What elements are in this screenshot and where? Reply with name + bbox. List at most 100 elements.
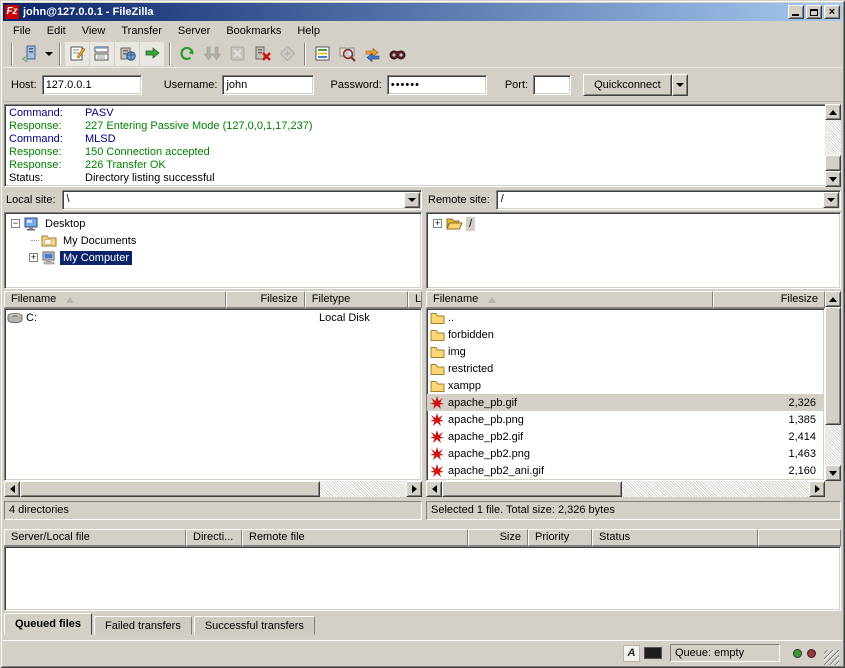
tree-item-root[interactable]: + / xyxy=(427,215,840,232)
quickconnect-button[interactable]: Quickconnect xyxy=(583,74,672,96)
site-manager-button[interactable] xyxy=(17,42,41,66)
remote-list-hscrollbar[interactable] xyxy=(426,481,825,497)
tree-item-my-computer[interactable]: + My Computer xyxy=(5,249,421,266)
maximize-button[interactable] xyxy=(806,5,822,19)
column-priority[interactable]: Priority xyxy=(528,529,592,546)
port-input[interactable] xyxy=(533,75,571,95)
column-remote-file[interactable]: Remote file xyxy=(242,529,468,546)
tab-queued-files[interactable]: Queued files xyxy=(4,613,92,635)
menu-view[interactable]: View xyxy=(74,23,114,39)
column-direction[interactable]: Directi... xyxy=(186,529,242,546)
refresh-button[interactable] xyxy=(175,42,199,66)
scrollbar-track[interactable] xyxy=(825,120,841,155)
file-row-local-drive[interactable]: C: Local Disk xyxy=(5,309,421,326)
username-input[interactable] xyxy=(222,75,314,95)
find-files-button[interactable] xyxy=(385,42,409,66)
reconnect-button[interactable] xyxy=(275,42,299,66)
column-size[interactable]: Size xyxy=(468,529,528,546)
scroll-right-button[interactable] xyxy=(406,481,422,497)
close-button[interactable]: × xyxy=(824,5,840,19)
local-site-combobox[interactable]: \ xyxy=(62,190,422,210)
process-queue-button[interactable] xyxy=(200,42,224,66)
scroll-right-button[interactable] xyxy=(809,481,825,497)
remote-site-combobox[interactable]: / xyxy=(496,190,841,210)
menu-transfer[interactable]: Transfer xyxy=(113,23,170,39)
disconnect-button[interactable] xyxy=(250,42,274,66)
host-input[interactable] xyxy=(42,75,142,95)
password-input[interactable] xyxy=(387,75,487,95)
scroll-up-button[interactable] xyxy=(825,104,841,120)
file-row-file[interactable]: apache_pb2_ani.gif 2,160 xyxy=(427,462,824,479)
filter-button[interactable] xyxy=(310,42,334,66)
toggle-local-tree-button[interactable] xyxy=(90,42,114,66)
tree-item-desktop[interactable]: − Desktop xyxy=(5,215,421,232)
file-row-selected[interactable]: apache_pb.gif 2,326 xyxy=(427,394,824,411)
scrollbar-track[interactable] xyxy=(320,481,406,497)
column-filetype[interactable]: Filetype xyxy=(305,291,408,308)
remote-list-scrollbar[interactable] xyxy=(825,291,841,481)
column-status[interactable]: Status xyxy=(592,529,758,546)
scroll-up-button[interactable] xyxy=(825,291,841,307)
file-row-file[interactable]: apache_pb2.png 1,463 xyxy=(427,445,824,462)
column-filename[interactable]: Filename xyxy=(426,291,713,308)
menu-edit[interactable]: Edit xyxy=(39,23,74,39)
arrow-down-icon xyxy=(829,177,837,182)
tab-failed-transfers[interactable]: Failed transfers xyxy=(94,616,192,635)
column-filesize[interactable]: Filesize xyxy=(713,291,825,308)
combo-dropdown-button[interactable] xyxy=(404,192,420,208)
minimize-button[interactable] xyxy=(788,5,804,19)
resize-grip[interactable] xyxy=(824,650,839,665)
file-row-folder[interactable]: restricted xyxy=(427,360,824,377)
log-scrollbar[interactable] xyxy=(825,104,841,187)
tab-successful-transfers[interactable]: Successful transfers xyxy=(194,616,315,635)
collapse-icon[interactable]: − xyxy=(11,219,20,228)
tree-item-my-documents[interactable]: My Documents xyxy=(5,232,421,249)
toggle-transfer-queue-button[interactable] xyxy=(140,42,164,66)
chevron-down-icon xyxy=(676,83,684,87)
log-line: Command:MLSD xyxy=(9,133,822,146)
scrollbar-track[interactable] xyxy=(825,425,841,465)
speed-limit-indicator-icon[interactable] xyxy=(644,647,662,659)
combo-dropdown-button[interactable] xyxy=(823,192,839,208)
column-filesize[interactable]: Filesize xyxy=(226,291,304,308)
directory-comparison-button[interactable] xyxy=(335,42,359,66)
column-filename[interactable]: Filename xyxy=(4,291,226,308)
menu-bookmarks[interactable]: Bookmarks xyxy=(218,23,289,39)
site-manager-dropdown-button[interactable] xyxy=(42,42,55,66)
file-row-folder[interactable]: img xyxy=(427,343,824,360)
file-row-folder[interactable]: .. xyxy=(427,309,824,326)
quickconnect-dropdown-button[interactable] xyxy=(672,74,688,96)
file-row-file[interactable]: apache_pb.png 1,385 xyxy=(427,411,824,428)
file-row-folder[interactable]: forbidden xyxy=(427,326,824,343)
column-last-modified[interactable]: L xyxy=(408,291,422,308)
toggle-message-log-button[interactable] xyxy=(65,42,89,66)
expand-icon[interactable]: + xyxy=(433,219,442,228)
tree-line xyxy=(31,240,39,241)
message-log[interactable]: Command:PASV Response:227 Entering Passi… xyxy=(4,104,841,187)
transfer-queue-list[interactable] xyxy=(4,546,841,611)
column-server-local-file[interactable]: Server/Local file xyxy=(4,529,186,546)
file-row-file[interactable]: apache_pb2.gif 2,414 xyxy=(427,428,824,445)
menu-help[interactable]: Help xyxy=(289,23,328,39)
scroll-down-button[interactable] xyxy=(825,171,841,187)
queue-header: Server/Local file Directi... Remote file… xyxy=(4,529,841,546)
data-type-indicator-icon[interactable]: A xyxy=(623,645,640,662)
local-list-hscrollbar[interactable] xyxy=(4,481,422,497)
expand-icon[interactable]: + xyxy=(29,253,38,262)
local-file-list: C: Local Disk xyxy=(4,308,422,481)
menu-server[interactable]: Server xyxy=(170,23,218,39)
scrollbar-thumb[interactable] xyxy=(825,155,841,171)
filezilla-logo-icon: Fz xyxy=(5,5,19,19)
scrollbar-thumb[interactable] xyxy=(20,481,320,497)
scrollbar-thumb[interactable] xyxy=(442,481,622,497)
scroll-left-button[interactable] xyxy=(4,481,20,497)
scroll-down-button[interactable] xyxy=(825,465,841,481)
scrollbar-thumb[interactable] xyxy=(825,307,841,425)
file-row-folder[interactable]: xampp xyxy=(427,377,824,394)
scrollbar-track[interactable] xyxy=(622,481,809,497)
menu-file[interactable]: File xyxy=(5,23,39,39)
cancel-operation-button[interactable] xyxy=(225,42,249,66)
synchronized-browsing-button[interactable] xyxy=(360,42,384,66)
scroll-left-button[interactable] xyxy=(426,481,442,497)
toggle-remote-tree-button[interactable] xyxy=(115,42,139,66)
